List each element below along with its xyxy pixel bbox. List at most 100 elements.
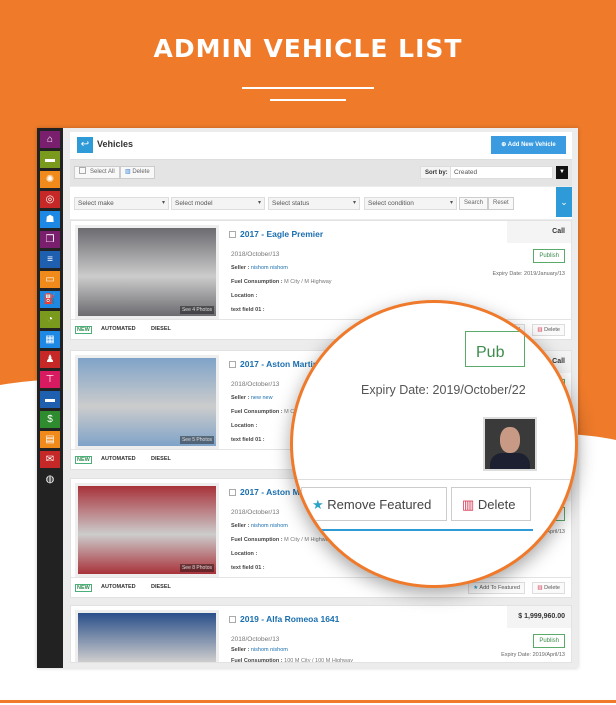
sidebar-item[interactable]: ◎ (40, 191, 60, 208)
call-button[interactable]: Call (507, 221, 571, 243)
search-button[interactable]: Search (459, 197, 489, 210)
page-title: ADMIN VEHICLE LIST (153, 34, 463, 63)
vehicle-date: 2018/October/13 (231, 636, 279, 643)
publish-button[interactable]: Publish (533, 634, 565, 648)
vehicle-front-icon: ▭ (45, 274, 55, 285)
sidebar-item[interactable]: ⛽ (40, 291, 60, 308)
select-checkbox[interactable] (229, 231, 236, 238)
select-checkbox[interactable] (229, 361, 236, 368)
vehicle-image: See 4 Photos (78, 228, 216, 316)
make-select[interactable]: Select make (74, 197, 169, 210)
sidebar-item[interactable]: ▦ (40, 331, 60, 348)
sidebar-item[interactable]: ▬ (40, 391, 60, 408)
sidebar-item[interactable]: ▤ (40, 431, 60, 448)
sidebar-item[interactable]: ◍ (40, 471, 60, 488)
select-checkbox[interactable] (229, 616, 236, 623)
fuel-icon: ⛽ (43, 294, 57, 305)
add-new-vehicle-button[interactable]: ⊕ Add New Vehicle (491, 136, 566, 154)
vehicle-image (78, 613, 216, 662)
seller-value[interactable]: new new (251, 395, 273, 401)
expiry-label: Expiry Date: (501, 652, 532, 658)
vehicle-title[interactable]: 2019 - Alfa Romeoa 1641 (229, 614, 339, 624)
sidebar-item[interactable]: ▭ (40, 271, 60, 288)
database-icon: ≡ (47, 254, 53, 265)
see-photos-link[interactable]: See 8 Photos (179, 564, 214, 572)
vehicle-photo[interactable]: See 5 Photos (75, 355, 219, 449)
seller-label: Seller : (231, 395, 250, 401)
expiry-label: Expiry Date: (492, 271, 523, 277)
tag-diesel: DIESEL (151, 326, 171, 332)
delete-button[interactable]: ▥ Delete (532, 324, 565, 336)
card-footer: NEW AUTOMATED DIESEL ★ Add To Featured ▥ Del… (71, 577, 571, 597)
delete-button-zoomed[interactable]: ▥ Delete (451, 487, 531, 521)
header-title: Vehicles (97, 139, 134, 149)
vehicle-photo[interactable]: See 4 Photos (75, 225, 219, 319)
tag-automated: AUTOMATED (101, 456, 136, 462)
vehicle-title-text[interactable]: 2017 - Eagle Premier (240, 229, 323, 239)
status-select[interactable]: Select status (268, 197, 360, 210)
sort-direction-button[interactable]: ▼ (556, 166, 568, 179)
delete-label: Delete (544, 585, 560, 591)
remove-featured-button[interactable]: ★ Remove Featured (301, 487, 447, 521)
text-field-label: text field 01 : (231, 565, 265, 571)
see-photos-link[interactable]: See 4 Photos (179, 306, 214, 314)
sidebar: ⌂ ▬ ✺ ◎ ☗ ❒ ≡ ▭ ⛽ ◔ ▦ ♟ ⊤ ▬ $ ▤ ✉ ◍ (37, 128, 63, 668)
date-value: 2018/October/13 (231, 381, 280, 388)
vehicle-date: 2018/October/13 (231, 509, 279, 516)
select-all-button[interactable]: Select All (74, 166, 120, 179)
vehicle-date: 2018/October/13 (231, 251, 279, 258)
sidebar-item[interactable]: ⌂ (40, 131, 60, 148)
publish-button[interactable]: Publish (533, 249, 565, 263)
seller-label: Seller : (231, 265, 250, 271)
sidebar-item[interactable]: ☗ (40, 211, 60, 228)
back-button[interactable]: ↩ (77, 137, 93, 153)
expiry-value: 2019/January/13 (524, 271, 565, 277)
vehicle-image: See 5 Photos (78, 358, 216, 446)
vehicle-title-text[interactable]: 2019 - Alfa Romeoa 1641 (240, 614, 339, 624)
vehicle-seller: Seller : nishom nishom (231, 523, 288, 529)
select-checkbox[interactable] (229, 489, 236, 496)
reset-button[interactable]: Reset (488, 197, 514, 210)
vehicle-title[interactable]: 2017 - Eagle Premier (229, 229, 323, 239)
seller-label: Seller : (231, 523, 250, 529)
see-photos-link[interactable]: See 5 Photos (179, 436, 214, 444)
expand-filters-button[interactable]: ⌄ (556, 187, 572, 217)
delete-button[interactable]: ▥ Delete (532, 582, 565, 594)
vehicle-location: Location : (231, 551, 257, 557)
tag-new: NEW (75, 326, 92, 334)
expiry-date: Expiry Date: 2019/January/13 (493, 271, 565, 277)
sidebar-item[interactable]: ⊤ (40, 371, 60, 388)
sidebar-item[interactable]: ✉ (40, 451, 60, 468)
publish-button-zoomed[interactable]: Pub (465, 331, 525, 367)
cube-icon: ❒ (45, 234, 55, 245)
tag-automated: AUTOMATED (101, 326, 136, 332)
checkbox[interactable] (79, 167, 86, 174)
piston-icon: ⊤ (45, 374, 55, 385)
tag-diesel: DIESEL (151, 584, 171, 590)
condition-select[interactable]: Select condition (364, 197, 457, 210)
sort-select[interactable]: Created (450, 166, 553, 179)
add-to-featured-button[interactable]: ★ Add To Featured (468, 582, 525, 594)
divider-blue (303, 529, 533, 531)
vehicle-photo[interactable]: See 8 Photos (75, 483, 219, 577)
delete-label: Delete (544, 327, 560, 333)
sidebar-item[interactable]: $ (40, 411, 60, 428)
price: $ 1,999,960.00 (507, 606, 571, 628)
sidebar-item[interactable]: ≡ (40, 251, 60, 268)
fuel-label: Fuel Consumption : (231, 537, 283, 543)
sidebar-item[interactable]: ▬ (40, 151, 60, 168)
text-field-label: text field 01 : (231, 437, 265, 443)
seller-value[interactable]: nishom nishom (251, 647, 288, 653)
model-select[interactable]: Select model (171, 197, 265, 210)
vehicle-photo[interactable] (75, 610, 219, 662)
car-side-icon: ▬ (45, 394, 55, 405)
location-label: Location : (231, 423, 258, 429)
seller-value[interactable]: nishom nishom (251, 265, 288, 271)
seller-value[interactable]: nishom nishom (251, 523, 288, 529)
delete-selected-button[interactable]: ▥ Delete (120, 166, 155, 179)
tag-new: NEW (75, 584, 92, 592)
sidebar-item[interactable]: ◔ (40, 311, 60, 328)
sidebar-item[interactable]: ❒ (40, 231, 60, 248)
sidebar-item[interactable]: ✺ (40, 171, 60, 188)
sidebar-item[interactable]: ♟ (40, 351, 60, 368)
